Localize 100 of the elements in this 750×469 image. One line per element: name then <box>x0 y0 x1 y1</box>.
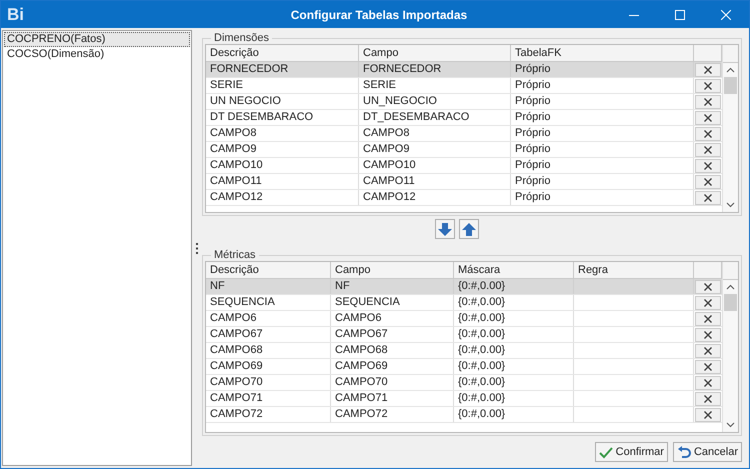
delete-button[interactable] <box>695 110 721 124</box>
close-icon <box>704 314 712 322</box>
table-row[interactable]: FORNECEDOR FORNECEDOR Próprio <box>206 62 722 78</box>
group-title: Dimensões <box>213 32 270 44</box>
table-cell: Próprio <box>511 78 694 93</box>
column-header[interactable]: Regra <box>574 262 694 278</box>
table-cell: Próprio <box>511 62 694 77</box>
table-cell: CAMPO11 <box>359 174 511 189</box>
table-row[interactable]: UN NEGOCIO UN_NEGOCIO Próprio <box>206 94 722 110</box>
delete-button[interactable] <box>695 126 721 140</box>
table-cell: CAMPO8 <box>359 126 511 141</box>
column-header[interactable]: Campo <box>331 262 454 278</box>
table-cell: CAMPO67 <box>206 327 331 342</box>
table-row[interactable]: CAMPO9 CAMPO9 Próprio <box>206 142 722 158</box>
table-cell: CAMPO11 <box>206 174 359 189</box>
delete-button[interactable] <box>695 312 721 326</box>
table-cell: CAMPO70 <box>206 375 331 390</box>
table-cell: CAMPO10 <box>359 158 511 173</box>
close-icon <box>704 114 712 122</box>
table-row[interactable]: DT DESEMBARACO DT_DESEMBARACO Próprio <box>206 110 722 126</box>
close-icon <box>704 298 712 306</box>
table-cell: Próprio <box>511 158 694 173</box>
table-row[interactable]: CAMPO69 CAMPO69 {0:#,0.00} <box>206 359 722 375</box>
delete-button[interactable] <box>695 328 721 342</box>
confirm-button[interactable]: Confirmar <box>594 442 668 462</box>
table-cell: CAMPO6 <box>331 311 454 326</box>
table-cell: CAMPO9 <box>359 142 511 157</box>
table-cell: CAMPO70 <box>331 375 454 390</box>
close-icon <box>704 362 712 370</box>
delete-button[interactable] <box>695 142 721 156</box>
table-cell: CAMPO69 <box>206 359 331 374</box>
table-cell: FORNECEDOR <box>359 62 511 77</box>
table-cell: SERIE <box>206 78 359 93</box>
table-row[interactable]: SERIE SERIE Próprio <box>206 78 722 94</box>
scrollbar-thumb[interactable] <box>724 294 737 311</box>
table-cell: CAMPO71 <box>331 391 454 406</box>
delete-button[interactable] <box>695 392 721 406</box>
table-row[interactable]: CAMPO70 CAMPO70 {0:#,0.00} <box>206 375 722 391</box>
cancel-button[interactable]: Cancelar <box>672 442 742 462</box>
table-cell: FORNECEDOR <box>206 62 359 77</box>
table-row[interactable]: CAMPO12 CAMPO12 Próprio <box>206 190 722 206</box>
table-cell: Próprio <box>511 174 694 189</box>
table-cell: SERIE <box>359 78 511 93</box>
table-row[interactable]: SEQUENCIA SEQUENCIA {0:#,0.00} <box>206 295 722 311</box>
table-row[interactable]: CAMPO68 CAMPO68 {0:#,0.00} <box>206 343 722 359</box>
column-header[interactable]: Descrição <box>206 262 331 278</box>
table-row[interactable]: CAMPO71 CAMPO71 {0:#,0.00} <box>206 391 722 407</box>
move-down-button[interactable] <box>435 219 455 239</box>
table-cell: CAMPO68 <box>206 343 331 358</box>
column-header[interactable]: Máscara <box>454 262 574 278</box>
delete-button[interactable] <box>695 62 721 76</box>
close-icon <box>704 378 712 386</box>
table-cell: Próprio <box>511 126 694 141</box>
delete-button[interactable] <box>695 94 721 108</box>
column-header[interactable]: Descrição <box>206 45 359 61</box>
table-cell: SEQUENCIA <box>331 295 454 310</box>
table-cell: CAMPO72 <box>206 407 331 422</box>
table-row[interactable]: CAMPO11 CAMPO11 Próprio <box>206 174 722 190</box>
table-cell: CAMPO6 <box>206 311 331 326</box>
move-up-button[interactable] <box>459 219 479 239</box>
close-icon <box>704 98 712 106</box>
delete-button[interactable] <box>695 280 721 294</box>
delete-button[interactable] <box>695 174 721 188</box>
close-icon <box>704 394 712 402</box>
close-icon <box>721 10 731 20</box>
delete-button[interactable] <box>695 360 721 374</box>
column-header[interactable]: Campo <box>359 45 511 61</box>
table-cell: CAMPO69 <box>331 359 454 374</box>
table-cell: CAMPO12 <box>359 190 511 205</box>
table-row[interactable]: NF NF {0:#,0.00} <box>206 279 722 295</box>
table-row[interactable]: CAMPO10 CAMPO10 Próprio <box>206 158 722 174</box>
close-icon <box>704 162 712 170</box>
delete-button[interactable] <box>695 408 721 422</box>
table-row[interactable]: CAMPO8 CAMPO8 Próprio <box>206 126 722 142</box>
delete-button[interactable] <box>695 78 721 92</box>
table-row[interactable]: CAMPO72 CAMPO72 {0:#,0.00} <box>206 407 722 423</box>
table-cell: {0:#,0.00} <box>454 391 574 406</box>
table-cell: {0:#,0.00} <box>454 359 574 374</box>
close-icon <box>704 282 712 290</box>
table-cell: DT DESEMBARACO <box>206 110 359 125</box>
delete-button[interactable] <box>695 158 721 172</box>
delete-button[interactable] <box>695 344 721 358</box>
scrollbar-thumb[interactable] <box>724 77 737 94</box>
scrollbar[interactable] <box>723 63 738 212</box>
table-cell: {0:#,0.00} <box>454 375 574 390</box>
list-item[interactable]: COCSO(Dimensão) <box>4 47 190 62</box>
table-row[interactable]: CAMPO6 CAMPO6 {0:#,0.00} <box>206 311 722 327</box>
check-icon <box>598 446 613 458</box>
table-cell: UN_NEGOCIO <box>359 94 511 109</box>
table-cell: Próprio <box>511 190 694 205</box>
list-item[interactable]: COCPRENO(Fatos) <box>4 32 190 47</box>
table-cell: CAMPO10 <box>206 158 359 173</box>
delete-button[interactable] <box>695 296 721 310</box>
column-header[interactable]: TabelaFK <box>511 45 694 61</box>
delete-button[interactable] <box>695 190 721 204</box>
table-cell: {0:#,0.00} <box>454 279 574 294</box>
delete-button[interactable] <box>695 376 721 390</box>
scrollbar[interactable] <box>723 280 738 432</box>
table-cell: CAMPO8 <box>206 126 359 141</box>
table-row[interactable]: CAMPO67 CAMPO67 {0:#,0.00} <box>206 327 722 343</box>
